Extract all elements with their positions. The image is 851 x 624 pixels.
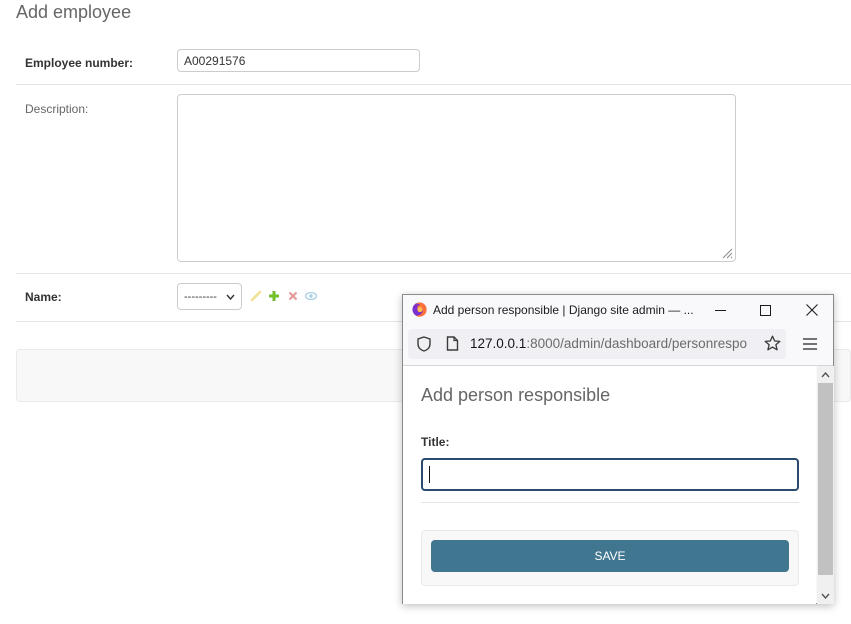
maximize-icon — [760, 304, 771, 316]
menu-icon[interactable] — [800, 334, 820, 354]
popup-submit-row: SAVE — [421, 530, 799, 586]
url-bar[interactable]: 127.0.0.1:8000/admin/dashboard/personres… — [408, 329, 786, 359]
url-path: :8000/admin/dashboard/personrespo — [526, 336, 747, 351]
scrollbar[interactable] — [817, 366, 834, 604]
url-text[interactable]: 127.0.0.1:8000/admin/dashboard/personres… — [470, 336, 760, 351]
close-icon — [805, 304, 818, 316]
chevron-up-icon — [821, 371, 830, 377]
description-row: Description: — [16, 85, 851, 274]
shield-icon[interactable] — [417, 336, 431, 352]
scroll-up-button[interactable] — [817, 366, 834, 383]
popup-titlebar[interactable]: Add person responsible | Django site adm… — [403, 295, 833, 325]
name-select[interactable]: --------- — [177, 283, 242, 310]
description-label: Description: — [25, 102, 89, 116]
scrollbar-thumb[interactable] — [818, 383, 833, 575]
employee-number-row: Employee number: — [16, 38, 851, 85]
url-host: 127.0.0.1 — [470, 336, 527, 351]
divider — [421, 502, 799, 503]
chevron-down-icon — [821, 593, 830, 599]
save-button[interactable]: SAVE — [431, 540, 789, 572]
name-label: Name: — [25, 290, 62, 304]
close-button[interactable] — [789, 295, 834, 325]
name-select-value: --------- — [184, 290, 217, 303]
popup-toolbar: 127.0.0.1:8000/admin/dashboard/personres… — [403, 325, 833, 366]
pencil-icon[interactable] — [250, 290, 262, 302]
view-icon[interactable] — [305, 290, 317, 302]
popup-window: Add person responsible | Django site adm… — [402, 294, 834, 604]
minimize-button[interactable] — [698, 295, 743, 325]
delete-icon[interactable] — [287, 290, 299, 302]
popup-window-title: Add person responsible | Django site adm… — [433, 303, 694, 317]
popup-content: Add person responsible Title: SAVE — [403, 366, 816, 604]
minimize-icon — [715, 309, 726, 311]
firefox-logo-icon — [412, 302, 427, 317]
page-icon[interactable] — [446, 336, 459, 351]
text-caret — [429, 466, 430, 483]
employee-number-input[interactable] — [177, 49, 420, 72]
title-input[interactable] — [421, 458, 799, 491]
plus-icon[interactable] — [268, 290, 280, 302]
scroll-down-button[interactable] — [817, 587, 834, 604]
description-textarea[interactable] — [177, 94, 736, 262]
bookmark-star-icon[interactable] — [764, 335, 781, 352]
title-label: Title: — [421, 435, 450, 449]
chevron-down-icon — [226, 294, 235, 300]
employee-number-label: Employee number: — [25, 56, 134, 70]
page-title: Add employee — [16, 2, 132, 22]
maximize-button[interactable] — [743, 295, 788, 325]
resize-handle-icon[interactable] — [721, 247, 733, 259]
popup-heading: Add person responsible — [421, 385, 611, 405]
